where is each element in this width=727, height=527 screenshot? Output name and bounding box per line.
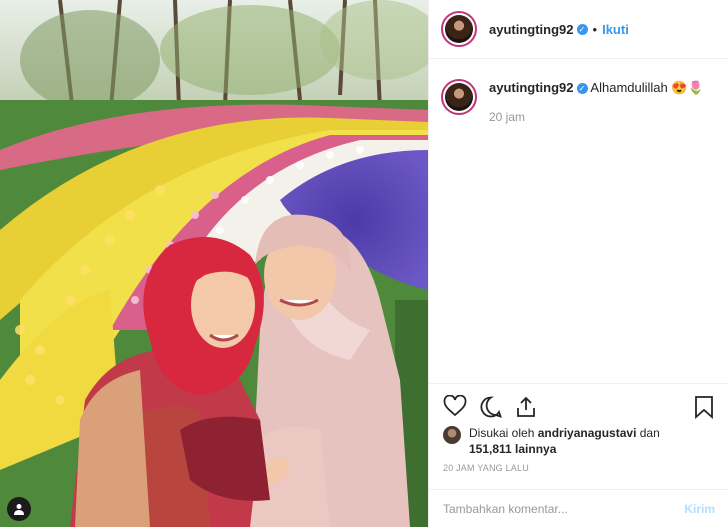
caption-time: 20 jam <box>489 110 526 124</box>
caption-text: Alhamdulillah 😍🌷 <box>590 80 704 95</box>
likes-middle: dan <box>636 426 660 440</box>
heart-icon[interactable] <box>443 394 467 422</box>
post-photo[interactable] <box>0 0 428 527</box>
avatar[interactable] <box>441 11 477 47</box>
post-side-panel: ayutingting92 ✓ • Ikuti ayutingting92 ✓ A… <box>428 0 727 527</box>
post-header: ayutingting92 ✓ • Ikuti <box>429 0 727 59</box>
likes-prefix: Disukai oleh <box>469 426 538 440</box>
bookmark-icon[interactable] <box>694 395 714 424</box>
likes-count[interactable]: 151,811 lainnya <box>469 442 556 456</box>
separator-dot: • <box>592 21 598 37</box>
caption: ayutingting92 ✓ Alhamdulillah 😍🌷 20 jam <box>441 79 715 126</box>
comment-bar: Kirim <box>429 489 727 527</box>
person-icon <box>14 504 24 515</box>
liker-username[interactable]: andriyanagustavi <box>538 426 637 440</box>
caption-avatar[interactable] <box>441 79 477 115</box>
share-icon[interactable] <box>515 395 537 424</box>
tagged-users-button[interactable] <box>7 497 31 521</box>
comment-input[interactable] <box>441 500 685 517</box>
photo-illustration <box>0 0 428 527</box>
likes-summary: Disukai oleh andriyanagustavi dan 151,81… <box>443 425 715 457</box>
header-username[interactable]: ayutingting92 <box>489 22 574 37</box>
comment-icon[interactable] <box>479 395 503 424</box>
caption-username[interactable]: ayutingting92 <box>489 80 574 95</box>
post-timestamp: 20 JAM YANG LALU <box>443 463 529 473</box>
verified-badge-icon: ✓ <box>576 23 588 35</box>
follow-button[interactable]: Ikuti <box>602 22 629 37</box>
post-comment-button[interactable]: Kirim <box>684 502 715 516</box>
action-bar <box>429 383 727 428</box>
liker-avatar[interactable] <box>443 426 461 444</box>
caption-verified-badge-icon: ✓ <box>576 83 588 94</box>
instagram-post: ayutingting92 ✓ • Ikuti ayutingting92 ✓ A… <box>0 0 727 527</box>
